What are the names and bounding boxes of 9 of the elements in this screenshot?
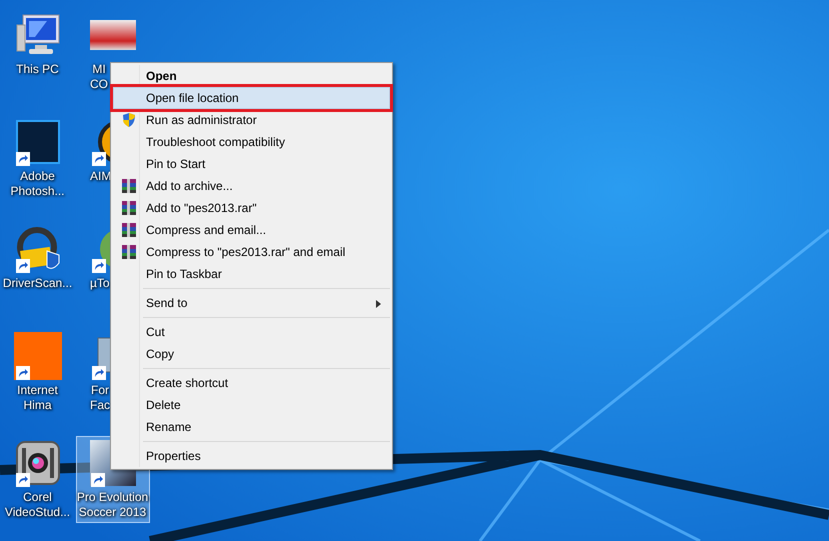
shortcut-label: MI CO [90, 62, 108, 92]
shortcut-label: Adobe Photosh... [10, 169, 65, 199]
shortcut-label: µTo [90, 276, 110, 291]
shortcut-label: DriverScan... [2, 276, 72, 291]
shortcut-label: Internet Hima [17, 383, 58, 413]
shortcut-label: This PC [16, 62, 59, 77]
shortcut-label: Pro Evolution Soccer 2013 [76, 490, 148, 520]
shortcut-label: Corel VideoStud... [4, 490, 70, 520]
shortcut-label: For Fac [90, 383, 110, 413]
